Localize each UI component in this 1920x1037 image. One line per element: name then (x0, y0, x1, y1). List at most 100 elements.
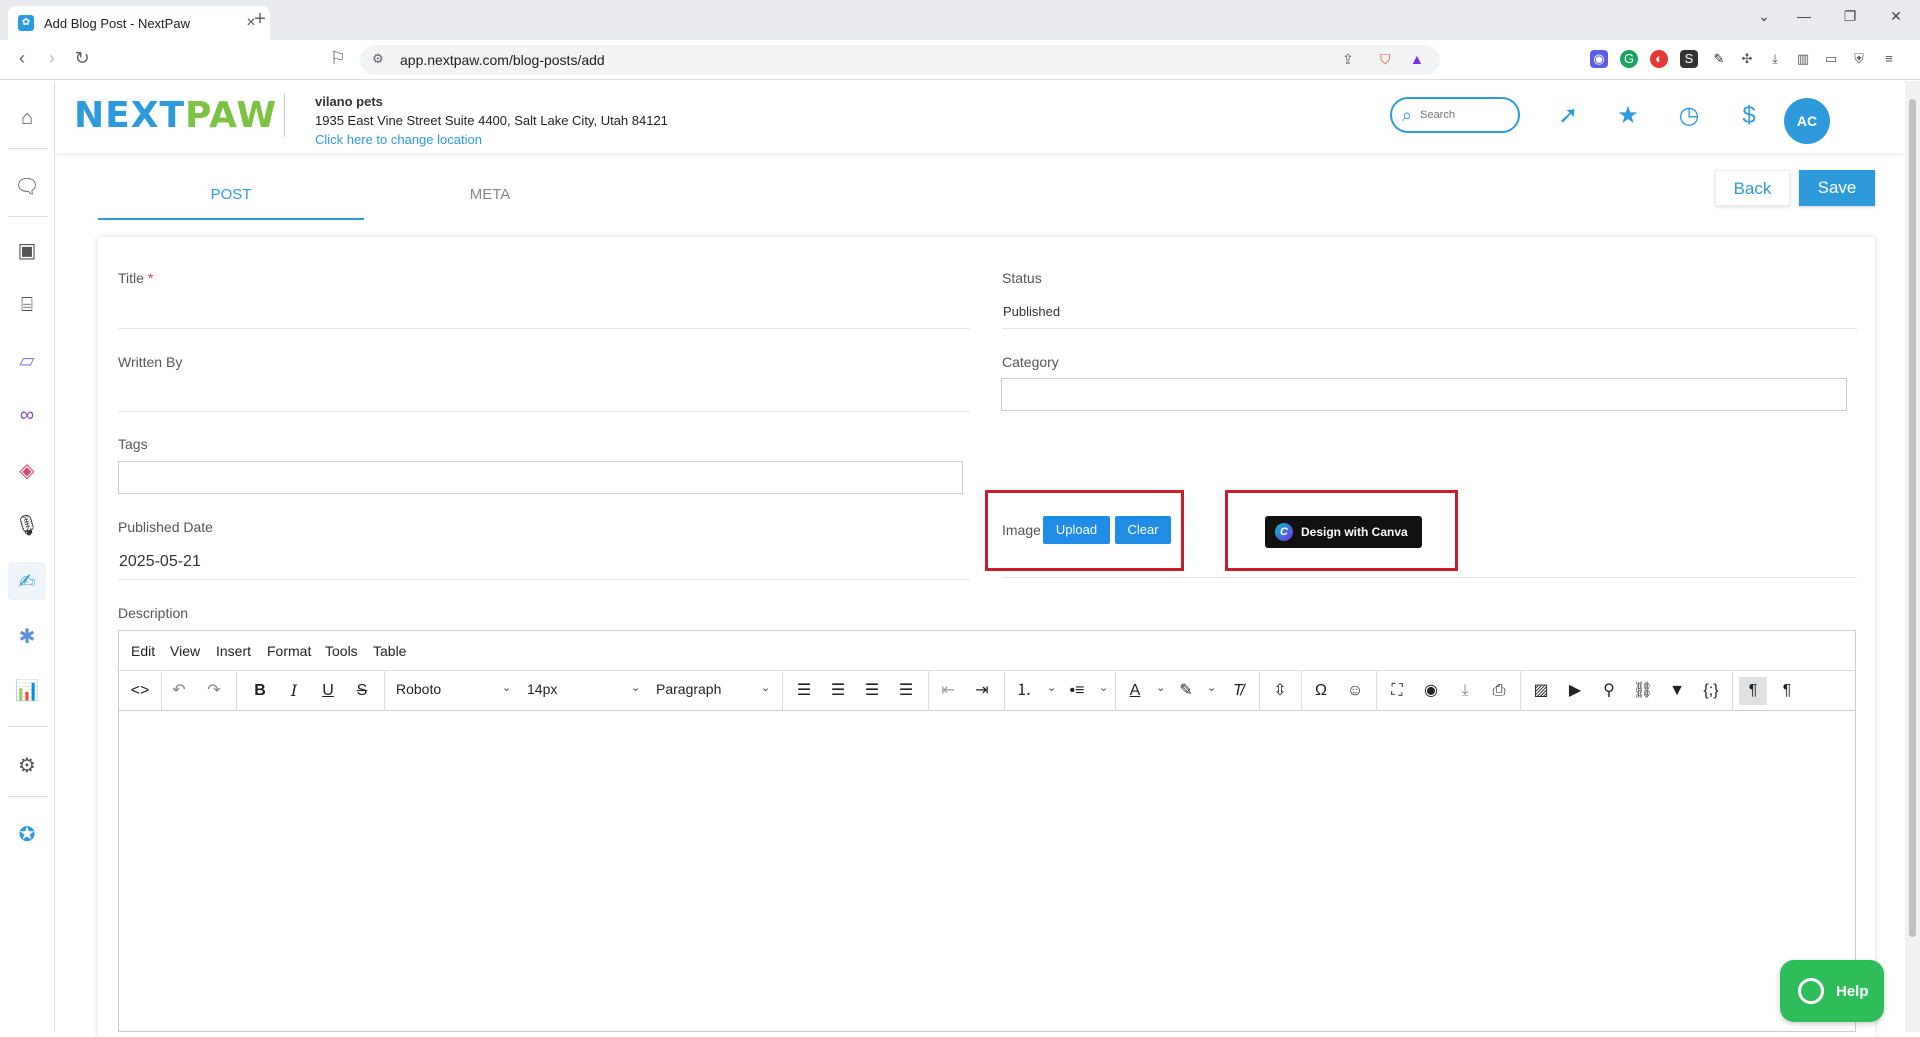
close-window-icon[interactable]: ✕ (1884, 8, 1908, 25)
url-field[interactable]: ⚙ app.nextpaw.com/blog-posts/add ⇪ ⛉ ▲ (360, 45, 1440, 75)
restore-icon[interactable]: ❐ (1838, 8, 1862, 25)
tab-search-icon[interactable]: ⌄ (1752, 8, 1776, 25)
block-format-select[interactable]: Paragraph (656, 681, 721, 697)
header-search[interactable]: ⌕ (1390, 97, 1520, 133)
save-button[interactable]: Save (1799, 170, 1875, 206)
font-size-select[interactable]: 14px (527, 681, 557, 697)
page-break-icon[interactable]: ⇳ (1266, 677, 1294, 705)
blog-icon[interactable]: ✍ (8, 562, 46, 600)
menu-tools[interactable]: Tools (325, 643, 358, 659)
written-by-input[interactable] (118, 385, 968, 407)
change-location-link[interactable]: Click here to change location (315, 132, 482, 147)
rewards-icon[interactable]: ✱ (8, 617, 46, 655)
font-family-select[interactable]: Roboto (396, 681, 441, 697)
bold-icon[interactable]: B (246, 677, 274, 705)
extensions-puzzle-icon[interactable]: ✣ (1738, 50, 1756, 68)
minimize-icon[interactable]: — (1792, 8, 1816, 24)
help-button[interactable]: Help (1780, 960, 1884, 1022)
sidebar-icon[interactable]: ▥ (1794, 50, 1812, 68)
share-icon[interactable]: ⇪ (1342, 51, 1354, 68)
align-left-icon[interactable]: ☰ (790, 677, 818, 705)
text-color-icon[interactable]: A (1121, 677, 1149, 705)
billing-icon[interactable]: $ (1734, 101, 1764, 131)
history-clock-icon[interactable]: ◷ (1674, 101, 1704, 131)
brave-shield-icon[interactable]: ⛉ (1380, 51, 1391, 68)
podcast-icon[interactable]: 🎙 (8, 506, 46, 544)
design-with-canva-button[interactable]: C Design with Canva (1265, 516, 1422, 548)
emoji-icon[interactable]: ☺ (1341, 677, 1369, 705)
numbered-list-icon[interactable]: ⒈ (1010, 677, 1038, 705)
downloads-icon[interactable]: ⤓ (1766, 50, 1784, 68)
award-icon[interactable]: ✪ (8, 815, 46, 853)
menu-format[interactable]: Format (267, 643, 311, 659)
extension-s-icon[interactable]: S (1680, 50, 1698, 68)
highlight-color-icon[interactable]: ✎ (1172, 677, 1200, 705)
status-select[interactable]: Published (1003, 304, 1060, 319)
bookmark-icon[interactable]: ⚐ (326, 48, 350, 69)
ltr-direction-icon[interactable]: ¶ (1739, 677, 1767, 705)
clear-button[interactable]: Clear (1115, 516, 1171, 544)
menu-insert[interactable]: Insert (216, 643, 251, 659)
marketing-icon[interactable]: ◈ (8, 451, 46, 489)
upload-button[interactable]: Upload (1043, 516, 1110, 544)
brave-rewards-icon[interactable]: ▲ (1410, 51, 1424, 67)
extension-icon[interactable]: ◉ (1590, 50, 1608, 68)
browser-tab[interactable]: ✿ Add Blog Post - NextPaw × (8, 6, 270, 40)
category-select[interactable] (1001, 378, 1847, 411)
chevron-down-icon[interactable]: ⌄ (1207, 681, 1216, 694)
messages-icon[interactable]: 🗨 (8, 167, 46, 205)
back-button[interactable]: Back (1715, 170, 1790, 206)
tab-post[interactable]: POST (98, 170, 364, 220)
vpn-shield-icon[interactable]: ⛨ (1850, 50, 1868, 68)
chevron-down-icon[interactable]: ⌄ (502, 681, 511, 694)
business-icon[interactable]: ⌸ (8, 286, 46, 324)
title-input[interactable] (118, 303, 968, 325)
page-scrollbar[interactable] (1905, 81, 1920, 1032)
scrollbar-thumb[interactable] (1909, 99, 1916, 937)
underline-icon[interactable]: U (314, 677, 342, 705)
align-center-icon[interactable]: ☰ (824, 677, 852, 705)
undo-icon[interactable]: ↶ (165, 677, 193, 705)
align-justify-icon[interactable]: ☰ (892, 677, 920, 705)
reload-icon[interactable]: ↻ (70, 48, 94, 69)
preview-icon[interactable]: ◉ (1417, 677, 1445, 705)
wallet-icon[interactable]: ▭ (1822, 50, 1840, 68)
link-icon[interactable]: ∞ (8, 396, 46, 434)
italic-icon[interactable]: I (280, 677, 308, 705)
insert-media-icon[interactable]: ▶ (1561, 677, 1589, 705)
strikethrough-icon[interactable]: S (348, 677, 376, 705)
user-avatar[interactable]: AC (1784, 98, 1830, 144)
fullscreen-icon[interactable]: ⛶ (1383, 677, 1411, 705)
published-date-input[interactable]: 2025-05-21 (119, 553, 201, 571)
chevron-down-icon[interactable]: ⌄ (1156, 681, 1165, 694)
chevron-down-icon[interactable]: ⌄ (631, 681, 640, 694)
insert-link-icon[interactable]: ⛓ (1629, 677, 1657, 705)
template-variables-icon[interactable]: {;} (1697, 677, 1725, 705)
back-arrow-icon[interactable]: ‹ (10, 48, 34, 69)
special-character-icon[interactable]: Ω (1307, 677, 1335, 705)
home-icon[interactable]: ⌂ (8, 99, 46, 137)
tab-meta[interactable]: META (357, 170, 623, 220)
settings-icon[interactable]: ⚙ (8, 746, 46, 784)
grammarly-icon[interactable]: G (1620, 50, 1638, 68)
chevron-down-icon[interactable]: ⌄ (1099, 681, 1108, 694)
nextpaw-logo[interactable]: NEXTPAW (74, 95, 277, 136)
redo-icon[interactable]: ↷ (200, 677, 228, 705)
save-download-icon[interactable]: ⤓ (1451, 677, 1479, 705)
cards-icon[interactable]: ▱ (8, 341, 46, 379)
print-icon[interactable]: ⎙ (1485, 677, 1513, 705)
chevron-down-icon[interactable]: ⌄ (761, 681, 770, 694)
clients-icon[interactable]: ▣ (8, 231, 46, 269)
bookmark-anchor-icon[interactable]: ▼ (1663, 677, 1691, 705)
search-input[interactable] (1420, 109, 1501, 121)
menu-view[interactable]: View (170, 643, 200, 659)
extension-red-icon[interactable]: ◐ (1650, 50, 1668, 68)
chevron-down-icon[interactable]: ⌄ (1047, 681, 1056, 694)
menu-table[interactable]: Table (373, 643, 406, 659)
site-settings-icon[interactable]: ⚙ (372, 51, 384, 67)
rtl-direction-icon[interactable]: ¶ (1773, 677, 1801, 705)
menu-edit[interactable]: Edit (131, 643, 155, 659)
editor-content-area[interactable] (119, 712, 1855, 1032)
outdent-icon[interactable]: ⇤ (934, 677, 962, 705)
clear-formatting-icon[interactable]: T̸ (1224, 677, 1252, 705)
